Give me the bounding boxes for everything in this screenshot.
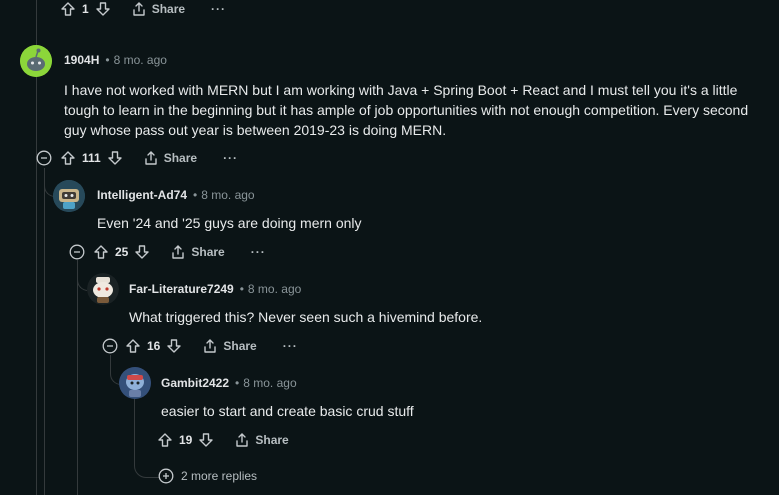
share-label: Share bbox=[191, 245, 225, 259]
comment-action-row: 111 Share ··· bbox=[60, 148, 238, 168]
collapse-thread-icon[interactable] bbox=[102, 338, 118, 354]
share-label: Share bbox=[223, 339, 257, 353]
meta-separator: • bbox=[193, 188, 198, 202]
meta-separator: • bbox=[235, 376, 240, 390]
share-icon bbox=[145, 151, 157, 165]
more-options-button[interactable]: ··· bbox=[251, 245, 266, 259]
upvote-button[interactable] bbox=[125, 338, 141, 354]
upvote-button[interactable] bbox=[157, 432, 173, 448]
share-button[interactable]: Share bbox=[170, 244, 225, 260]
downvote-button[interactable] bbox=[134, 244, 150, 260]
timestamp[interactable]: 8 mo. ago bbox=[201, 188, 254, 202]
thread-line-1904h bbox=[44, 168, 45, 495]
avatar[interactable] bbox=[119, 367, 151, 399]
username-link[interactable]: Gambit2422 bbox=[161, 376, 229, 390]
avatar[interactable] bbox=[20, 45, 52, 77]
downvote-button[interactable] bbox=[107, 150, 123, 166]
share-icon bbox=[172, 245, 185, 259]
downvote-icon bbox=[199, 433, 214, 447]
comment-meta: Intelligent-Ad74 • 8 mo. ago bbox=[97, 188, 255, 202]
downvote-button[interactable] bbox=[166, 338, 182, 354]
comment-meta: Far-Literature7249 • 8 mo. ago bbox=[129, 282, 301, 296]
timestamp[interactable]: 8 mo. ago bbox=[243, 376, 296, 390]
share-label: Share bbox=[255, 433, 289, 447]
share-icon bbox=[236, 433, 249, 447]
comment-body: I have not worked with MERN but I am wor… bbox=[64, 82, 749, 138]
comment-body: What triggered this? Never seen such a h… bbox=[129, 309, 483, 325]
more-options-button[interactable]: ··· bbox=[223, 151, 238, 165]
meta-separator: • bbox=[239, 282, 244, 296]
timestamp[interactable]: 8 mo. ago bbox=[248, 282, 301, 296]
snoo-avatar-icon bbox=[53, 180, 85, 212]
comment-action-row: 16 Share ··· bbox=[125, 336, 298, 356]
downvote-icon bbox=[135, 245, 150, 259]
thread-curve-more-replies bbox=[134, 440, 159, 478]
share-label: Share bbox=[151, 2, 186, 16]
upvote-icon bbox=[61, 151, 75, 165]
share-button[interactable]: Share bbox=[234, 432, 289, 448]
upvote-icon bbox=[94, 245, 108, 259]
username-link[interactable]: Intelligent-Ad74 bbox=[97, 188, 187, 202]
comment-body: Even '24 and '25 guys are doing mern onl… bbox=[97, 215, 362, 231]
timestamp[interactable]: 8 mo. ago bbox=[114, 53, 167, 67]
share-button[interactable]: Share bbox=[202, 338, 257, 354]
downvote-button[interactable] bbox=[198, 432, 214, 448]
collapse-thread-icon[interactable] bbox=[69, 244, 85, 260]
downvote-icon bbox=[95, 2, 110, 16]
more-replies-button[interactable]: 2 more replies bbox=[158, 468, 257, 484]
downvote-icon bbox=[167, 339, 182, 353]
share-button[interactable]: Share bbox=[131, 1, 185, 17]
snoo-avatar-icon bbox=[119, 367, 151, 399]
snoo-avatar-icon bbox=[87, 273, 119, 305]
snoo-avatar-icon bbox=[20, 45, 52, 77]
share-icon bbox=[132, 2, 145, 16]
comment-meta: Gambit2422 • 8 mo. ago bbox=[161, 376, 297, 390]
downvote-icon bbox=[108, 151, 122, 165]
downvote-button[interactable] bbox=[95, 1, 111, 17]
upvote-icon bbox=[126, 339, 140, 353]
comment-meta: 1904H • 8 mo. ago bbox=[64, 53, 167, 67]
more-options-button[interactable]: ··· bbox=[283, 339, 298, 353]
meta-separator: • bbox=[105, 53, 110, 67]
thread-line-intelligent bbox=[77, 260, 78, 495]
avatar[interactable] bbox=[53, 180, 85, 212]
share-icon bbox=[204, 339, 217, 353]
upvote-icon bbox=[61, 2, 75, 16]
share-button[interactable]: Share bbox=[143, 150, 197, 166]
username-link[interactable]: Far-Literature7249 bbox=[129, 282, 234, 296]
vote-count: 25 bbox=[115, 245, 129, 259]
comment-body: easier to start and create basic crud st… bbox=[161, 403, 414, 419]
vote-count: 1 bbox=[82, 2, 89, 16]
upvote-button[interactable] bbox=[93, 244, 109, 260]
plus-circle-icon bbox=[158, 468, 174, 484]
comment-action-row: 25 Share ··· bbox=[93, 242, 266, 262]
more-replies-label: 2 more replies bbox=[181, 469, 258, 483]
username-link[interactable]: 1904H bbox=[64, 53, 99, 67]
more-options-button[interactable]: ··· bbox=[211, 2, 226, 16]
upvote-button[interactable] bbox=[60, 1, 76, 17]
avatar[interactable] bbox=[87, 273, 119, 305]
vote-count: 16 bbox=[147, 339, 161, 353]
collapse-thread-icon[interactable] bbox=[36, 150, 52, 166]
comment-action-row: 19 Share bbox=[157, 430, 289, 450]
vote-count: 111 bbox=[82, 151, 101, 165]
upvote-icon bbox=[158, 433, 172, 447]
share-label: Share bbox=[163, 151, 198, 165]
upvote-button[interactable] bbox=[60, 150, 76, 166]
top-action-row: 1 Share ··· bbox=[60, 0, 226, 19]
vote-count: 19 bbox=[179, 433, 193, 447]
